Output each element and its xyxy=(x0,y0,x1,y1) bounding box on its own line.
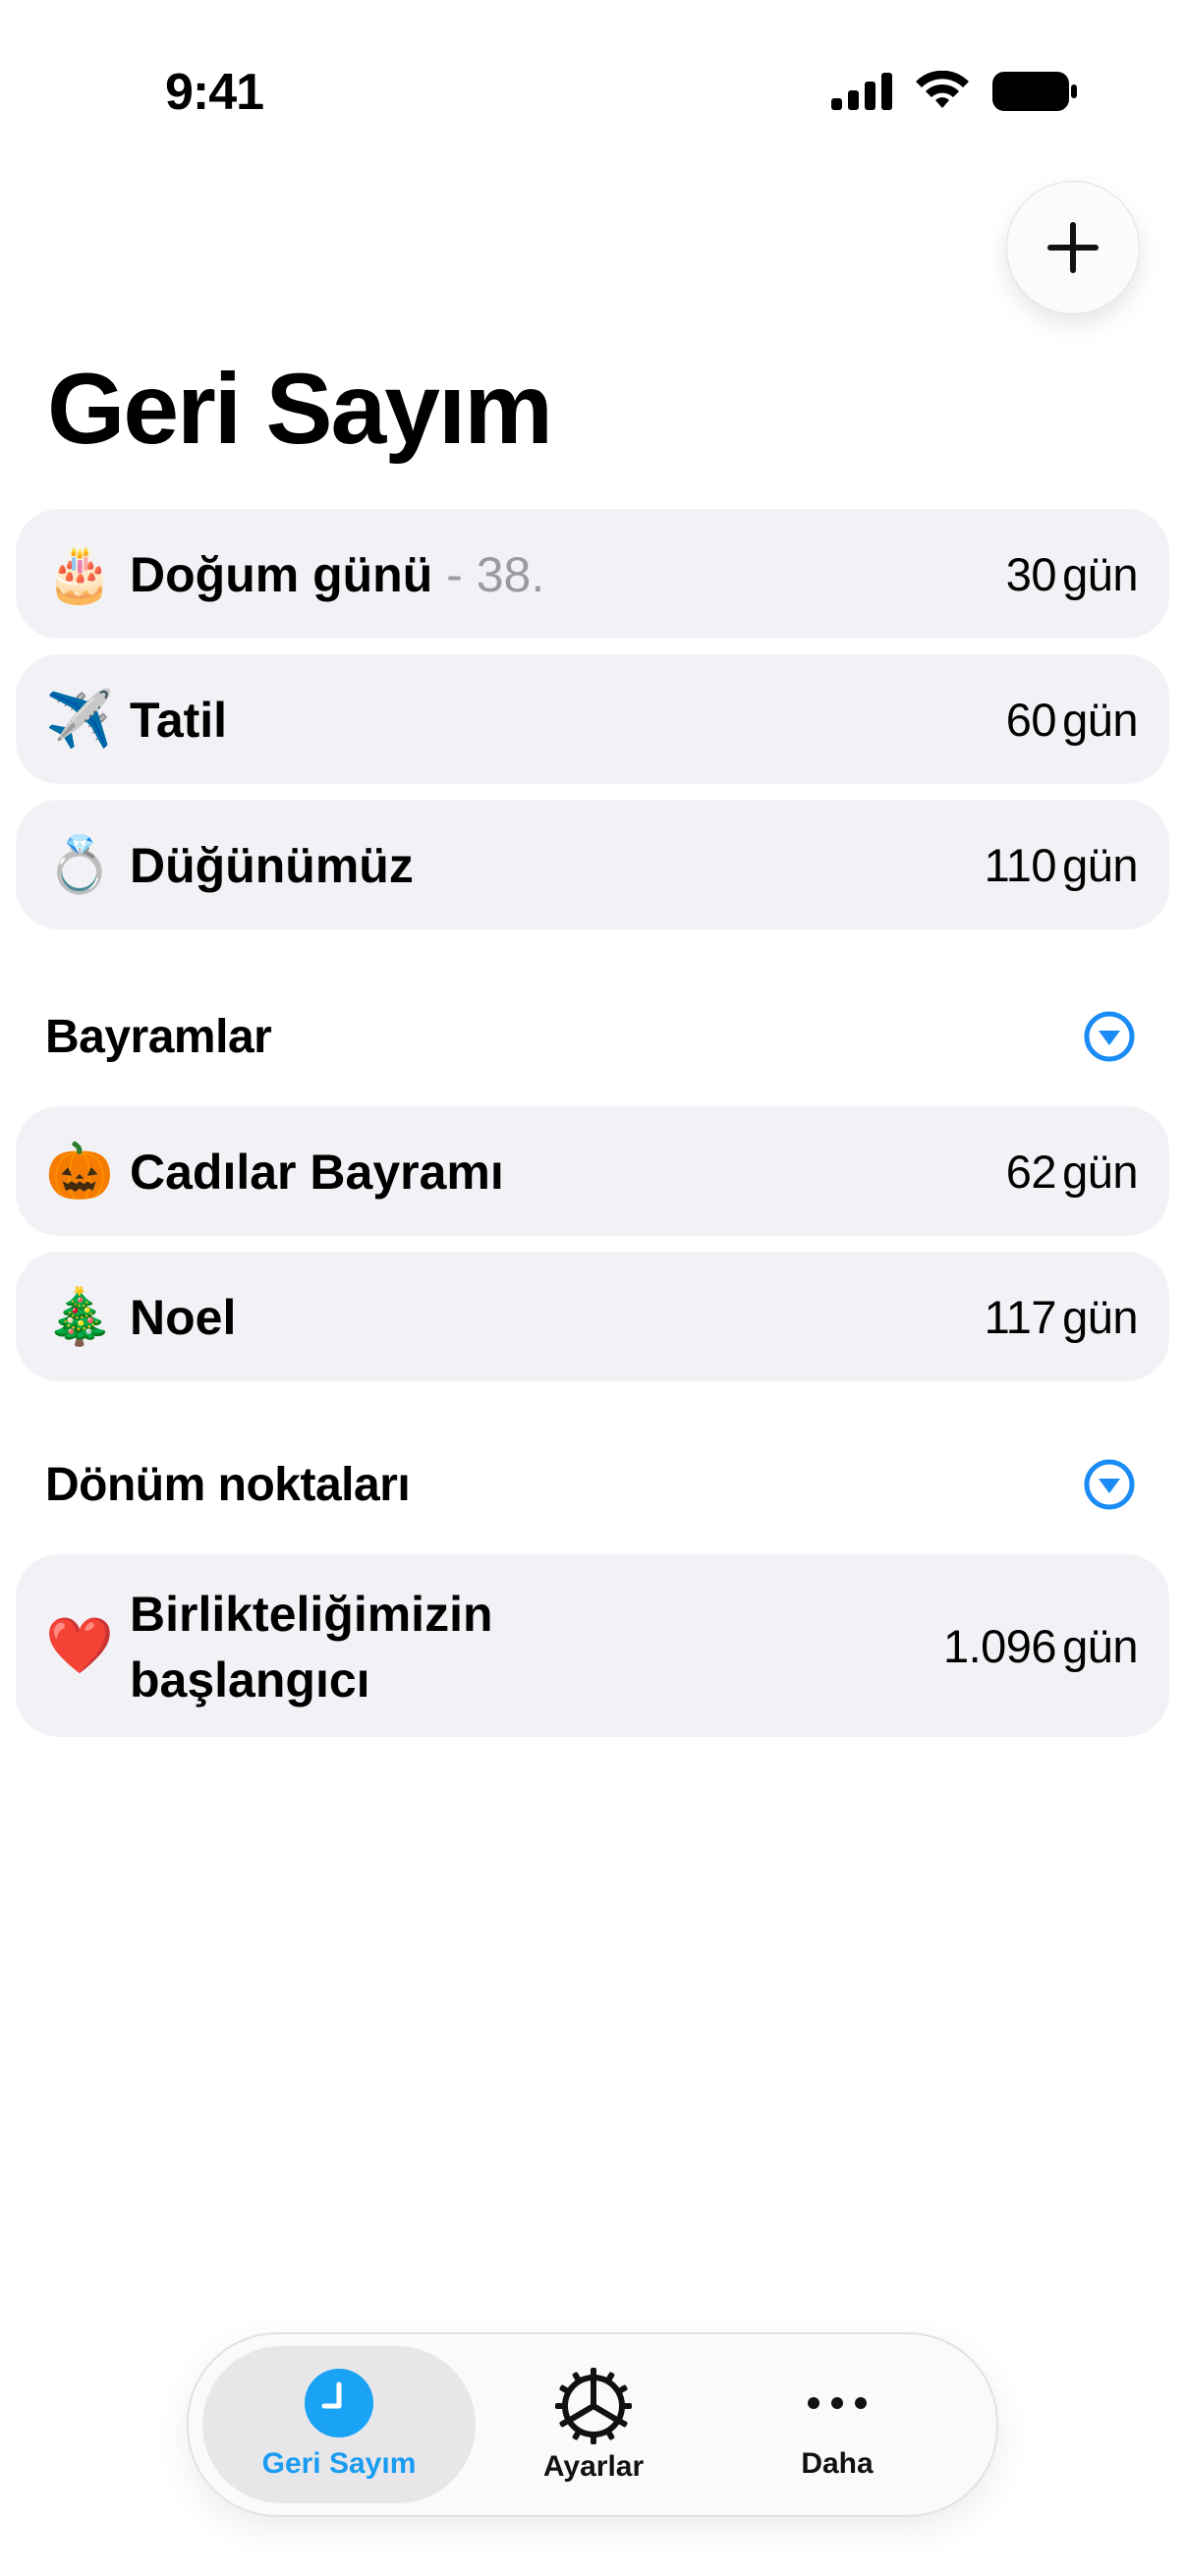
countdown-title-text: Doğum günü xyxy=(130,547,433,602)
days-value: 117 xyxy=(984,1291,1057,1343)
pumpkin-icon: 🎃 xyxy=(45,1140,114,1202)
countdown-title: Doğum günü - 38. xyxy=(130,546,544,603)
countdown-title: Birlikteliğimizin başlangıcı xyxy=(130,1582,493,1713)
countdown-days: 30 gün xyxy=(1005,547,1139,601)
add-countdown-button[interactable] xyxy=(1006,181,1140,314)
days-unit: gün xyxy=(1062,694,1138,746)
plus-icon xyxy=(1047,222,1099,273)
clock-icon xyxy=(305,2369,373,2437)
countdown-title: Düğünümüz xyxy=(130,838,414,893)
gear-icon xyxy=(555,2368,632,2444)
battery-icon xyxy=(992,72,1077,111)
countdown-days: 60 gün xyxy=(1005,693,1139,747)
days-value: 62 xyxy=(1005,1146,1057,1198)
days-unit: gün xyxy=(1062,1291,1138,1343)
days-value: 110 xyxy=(984,839,1057,891)
tab-countdown[interactable]: Geri Sayım xyxy=(202,2344,476,2505)
countdown-row-halloween[interactable]: 🎃 Cadılar Bayramı 62 gün xyxy=(16,1106,1169,1236)
chevron-down-circle-icon[interactable] xyxy=(1083,1458,1136,1511)
tab-settings[interactable]: Ayarlar xyxy=(476,2344,711,2505)
countdown-row-vacation[interactable]: ✈️ Tatil 60 gün xyxy=(16,654,1169,784)
days-unit: gün xyxy=(1062,548,1138,600)
countdown-title-line1: Birlikteliğimizin xyxy=(130,1587,493,1642)
countdown-title: Tatil xyxy=(130,693,228,748)
christmas-tree-icon: 🎄 xyxy=(45,1285,114,1347)
countdown-row-christmas[interactable]: 🎄 Noel 117 gün xyxy=(16,1252,1169,1381)
birthday-cake-icon: 🎂 xyxy=(45,542,114,604)
countdown-days: 117 gün xyxy=(984,1290,1139,1344)
ring-icon: 💍 xyxy=(45,833,114,895)
tab-label: Ayarlar xyxy=(542,2450,645,2483)
section-header-milestones: Dönüm noktaları xyxy=(45,1459,411,1511)
countdown-days: 1.096 gün xyxy=(942,1619,1139,1673)
tab-label: Geri Sayım xyxy=(261,2447,417,2480)
tab-bar: Geri Sayım Ayarlar Daha xyxy=(187,2332,998,2517)
section-header-holidays: Bayramlar xyxy=(45,1011,272,1063)
countdown-title: Noel xyxy=(130,1290,237,1345)
countdown-days: 62 gün xyxy=(1005,1145,1139,1199)
more-icon xyxy=(808,2397,867,2409)
days-unit: gün xyxy=(1062,1146,1138,1198)
airplane-icon: ✈️ xyxy=(45,688,114,750)
status-bar: 9:41 xyxy=(0,0,1185,187)
countdown-row-birthday[interactable]: 🎂 Doğum günü - 38. 30 gün xyxy=(16,509,1169,639)
status-time: 9:41 xyxy=(165,64,264,121)
heart-icon: ❤️ xyxy=(45,1614,114,1676)
countdown-title-line2: başlangıcı xyxy=(130,1652,370,1708)
status-icons xyxy=(831,71,1077,112)
countdown-subtitle: - 38. xyxy=(432,547,545,602)
countdown-days: 110 gün xyxy=(984,838,1139,892)
countdown-row-wedding[interactable]: 💍 Düğünümüz 110 gün xyxy=(16,800,1169,929)
days-unit: gün xyxy=(1062,1620,1138,1672)
cellular-signal-icon xyxy=(831,73,892,110)
wifi-icon xyxy=(916,71,969,108)
days-value: 30 xyxy=(1005,548,1057,600)
page-title: Geri Sayım xyxy=(47,353,553,465)
countdown-title: Cadılar Bayramı xyxy=(130,1145,504,1200)
tab-label: Daha xyxy=(801,2447,874,2480)
countdown-row-anniversary[interactable]: ❤️ Birlikteliğimizin başlangıcı 1.096 gün xyxy=(16,1554,1169,1737)
days-value: 1.096 xyxy=(942,1620,1057,1672)
days-value: 60 xyxy=(1005,694,1057,746)
chevron-down-circle-icon[interactable] xyxy=(1083,1010,1136,1063)
tab-more[interactable]: Daha xyxy=(719,2344,955,2505)
days-unit: gün xyxy=(1062,839,1138,891)
